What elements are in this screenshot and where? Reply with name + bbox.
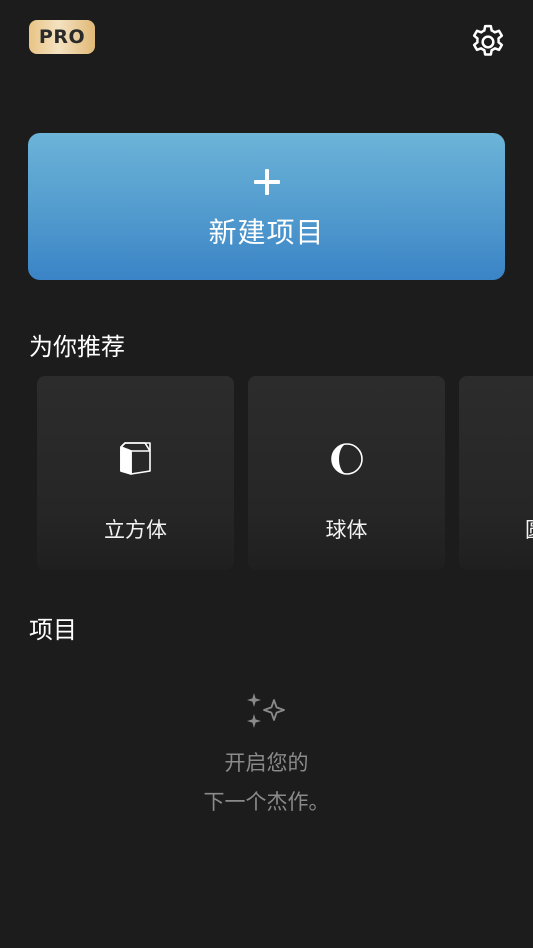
recommended-section-title: 为你推荐 bbox=[29, 333, 125, 361]
card-label: 立方体 bbox=[104, 518, 167, 542]
sphere-icon bbox=[331, 443, 363, 475]
empty-state-line-2: 下一个杰作。 bbox=[203, 790, 330, 814]
empty-state-line-1: 开启您的 bbox=[224, 751, 309, 775]
home-screen: PRO 新建项目 为你推荐 立方体 球体 项目 开启您的 下一个杰作。 bbox=[0, 0, 533, 948]
gear-icon bbox=[472, 24, 504, 56]
recommended-card-sphere[interactable]: 球体 bbox=[248, 376, 445, 570]
recommended-card-circle[interactable]: 圆 bbox=[459, 376, 533, 570]
new-project-label: 新建项目 bbox=[208, 215, 325, 249]
new-project-button[interactable]: 新建项目 bbox=[28, 133, 505, 280]
card-label: 圆 bbox=[525, 514, 533, 544]
projects-section-title: 项目 bbox=[29, 616, 77, 644]
plus-icon bbox=[253, 168, 280, 195]
projects-empty-state: 开启您的 下一个杰作。 bbox=[0, 690, 533, 822]
card-label: 球体 bbox=[325, 518, 368, 542]
cube-icon bbox=[120, 442, 151, 475]
settings-button[interactable] bbox=[466, 20, 510, 64]
sparkle-icon bbox=[246, 693, 285, 728]
pro-badge[interactable]: PRO bbox=[29, 20, 95, 54]
recommended-card-cube[interactable]: 立方体 bbox=[37, 376, 234, 570]
